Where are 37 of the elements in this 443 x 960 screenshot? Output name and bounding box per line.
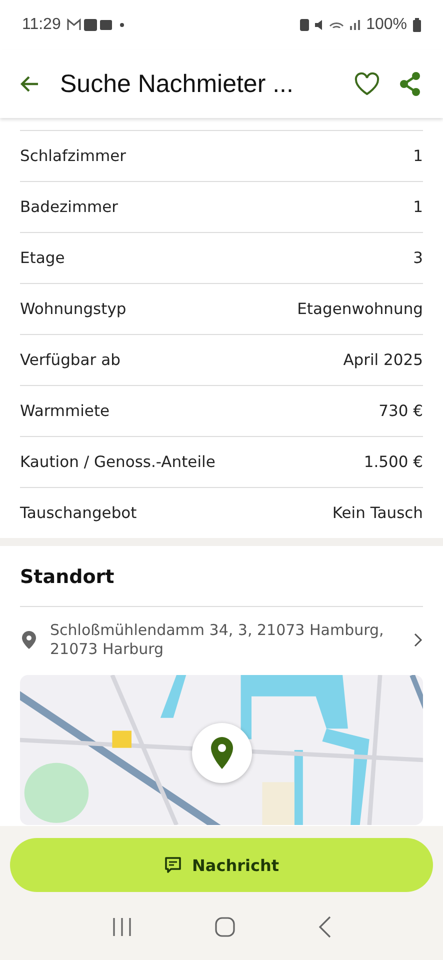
- address-link[interactable]: Schloßmühlendamm 34, 3, 21073 Hamburg, 21073 Harburg: [20, 607, 423, 674]
- notification-icons: [66, 18, 125, 32]
- detail-label: Tauschangebot: [20, 504, 137, 522]
- section-heading: Standort: [20, 546, 423, 607]
- detail-value: April 2025: [343, 351, 423, 369]
- page-title: Suche Nachmieter ...: [59, 70, 294, 98]
- mute-icon: [315, 20, 324, 30]
- battery-icon: [413, 18, 421, 32]
- wifi-icon: [329, 22, 344, 28]
- detail-label: Warmmiete: [20, 402, 110, 420]
- home-icon[interactable]: [215, 917, 236, 937]
- detail-label: Kaution / Genoss.-Anteile: [20, 453, 216, 471]
- location-pin-icon: [22, 630, 36, 649]
- message-icon: [164, 856, 182, 874]
- message-button[interactable]: Nachricht: [10, 838, 433, 892]
- share-icon: [397, 71, 423, 97]
- detail-value: Kein Tausch: [332, 504, 423, 522]
- detail-label: Wohnungstyp: [20, 300, 126, 318]
- recent-apps-icon[interactable]: [111, 917, 134, 937]
- heart-icon: [353, 71, 381, 97]
- detail-value: 1: [413, 147, 423, 165]
- detail-value: 1: [413, 198, 423, 216]
- battery-percentage: 100%: [366, 16, 407, 34]
- detail-label: Etage: [20, 249, 65, 267]
- detail-value: Etagenwohnung: [297, 300, 423, 318]
- detail-value: 1.500 €: [364, 453, 423, 471]
- detail-label: Badezimmer: [20, 198, 118, 216]
- sim-card-icon: [300, 19, 310, 31]
- status-time: 11:29: [22, 16, 61, 34]
- chevron-right-icon: [413, 632, 423, 648]
- signal-icon: [350, 20, 360, 30]
- detail-value: 730 €: [378, 402, 423, 420]
- back-icon[interactable]: [318, 916, 332, 938]
- detail-label: Verfügbar ab: [20, 351, 120, 369]
- detail-value: 3: [413, 249, 423, 267]
- address-text: Schloßmühlendamm 34, 3, 21073 Hamburg, 21073 Harburg: [50, 621, 385, 658]
- detail-label: Schlafzimmer: [20, 147, 126, 165]
